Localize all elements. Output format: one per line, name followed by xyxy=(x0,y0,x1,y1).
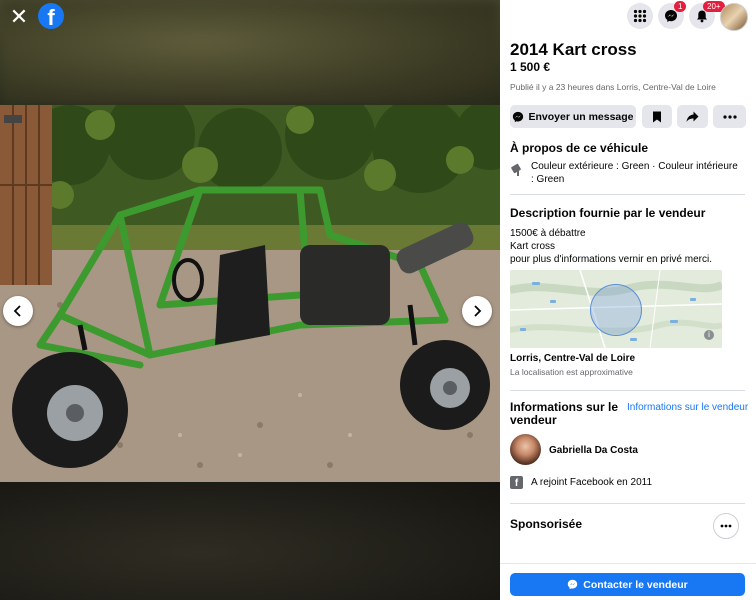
seller-avatar[interactable] xyxy=(510,434,541,465)
sponsored-heading: Sponsorisée xyxy=(510,517,583,531)
chevron-left-icon xyxy=(13,305,21,317)
share-icon xyxy=(686,111,699,122)
description-line-3: pour plus d'informations vernir en privé… xyxy=(510,254,712,265)
paint-icon xyxy=(511,163,521,176)
more-icon xyxy=(720,524,732,528)
contact-seller-button[interactable]: Contacter le vendeur xyxy=(510,573,745,596)
description-heading: Description fournie par le vendeur xyxy=(510,206,706,220)
listing-price: 1 500 € xyxy=(510,60,551,74)
menu-grid-button[interactable] xyxy=(627,3,653,29)
share-button[interactable] xyxy=(677,105,708,128)
more-icon xyxy=(722,114,737,119)
messenger-icon xyxy=(568,579,578,590)
action-bar: Envoyer un message xyxy=(510,105,746,129)
save-button[interactable] xyxy=(642,105,672,128)
blurred-background-bottom xyxy=(0,482,500,600)
listing-posted-info: Publié il y a 23 heures dans Lorris, Cen… xyxy=(510,82,716,92)
previous-photo-button[interactable] xyxy=(3,296,33,326)
location-name: Lorris, Centre-Val de Loire xyxy=(510,353,636,364)
top-navigation: 1 20+ xyxy=(500,0,756,31)
bookmark-icon xyxy=(653,111,661,122)
description-line-2: Kart cross xyxy=(510,241,556,252)
seller-info-link[interactable]: Informations sur le vendeur xyxy=(627,402,748,413)
blurred-background-top xyxy=(0,0,500,105)
photo-viewer: ✕ f xyxy=(0,0,500,600)
info-icon[interactable]: i xyxy=(704,330,714,340)
sponsored-options-button[interactable] xyxy=(713,513,739,539)
seller-heading: Informations sur le vendeur xyxy=(510,400,619,427)
divider xyxy=(510,194,745,195)
contact-seller-label: Contacter le vendeur xyxy=(583,578,688,591)
listing-details-panel: 1 20+ 2014 Kart cross 1 500 € Publié il … xyxy=(500,0,756,600)
next-photo-button[interactable] xyxy=(462,296,492,326)
messenger-icon xyxy=(513,111,524,122)
vehicle-colors: Couleur extérieure : Green · Couleur int… xyxy=(531,161,738,185)
seller-name[interactable]: Gabriella Da Costa xyxy=(549,445,638,456)
description-line-1: 1500€ à débattre xyxy=(510,228,586,239)
location-radius xyxy=(590,284,642,336)
divider xyxy=(500,563,756,564)
divider xyxy=(510,390,745,391)
more-options-button[interactable] xyxy=(713,105,746,128)
divider xyxy=(510,503,745,504)
close-icon[interactable]: ✕ xyxy=(6,4,32,30)
location-map[interactable]: i xyxy=(510,270,722,348)
messenger-badge: 1 xyxy=(674,1,687,12)
location-note: La localisation est approximative xyxy=(510,367,633,377)
send-message-label: Envoyer un message xyxy=(528,110,634,123)
facebook-icon: f xyxy=(510,476,523,489)
grid-icon xyxy=(633,9,647,23)
facebook-logo-icon[interactable]: f xyxy=(38,3,64,29)
messenger-button[interactable]: 1 xyxy=(658,1,687,29)
listing-photo xyxy=(0,105,500,482)
seller-joined: A rejoint Facebook en 2011 xyxy=(531,477,653,488)
chevron-right-icon xyxy=(474,305,482,317)
send-message-button[interactable]: Envoyer un message xyxy=(510,105,636,128)
about-heading: À propos de ce véhicule xyxy=(510,141,649,155)
listing-title: 2014 Kart cross xyxy=(510,40,637,59)
notifications-button[interactable]: 20+ xyxy=(689,1,725,29)
account-avatar[interactable] xyxy=(720,3,748,31)
